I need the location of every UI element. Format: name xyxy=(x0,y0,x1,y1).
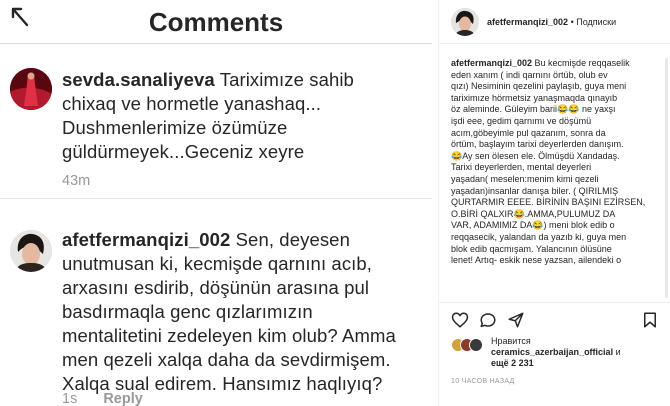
comment-time: 43m xyxy=(62,173,91,189)
comment-item: sevda.sanaliyeva Tariximıze sahib chixaq… xyxy=(0,60,432,190)
share-icon[interactable] xyxy=(507,311,525,329)
post-panel: afetfermanqizi_002 • Подписки afetferman… xyxy=(438,0,670,406)
avatar[interactable] xyxy=(10,230,52,272)
avatar[interactable] xyxy=(469,338,483,352)
likes-text: Нравится ceramics_azerbaijan_official и … xyxy=(491,336,621,368)
comment-username[interactable]: afetfermanqizi_002 xyxy=(62,229,230,250)
bookmark-icon[interactable] xyxy=(641,311,659,329)
comment-meta: 43m xyxy=(62,173,90,189)
avatar[interactable] xyxy=(10,68,52,110)
separator-dot: • xyxy=(570,17,574,27)
comment-time: 1s xyxy=(62,391,78,406)
comment-meta: 1s Reply xyxy=(62,391,143,406)
likes-count[interactable]: ещё 2 231 xyxy=(491,358,534,368)
heart-icon[interactable] xyxy=(451,311,469,329)
comments-header: Comments xyxy=(0,0,432,44)
post-header: afetfermanqizi_002 • Подписки xyxy=(439,0,670,44)
comment-text: afetfermanqizi_002 Sen, deyesen unutmusa… xyxy=(62,229,396,394)
liker-username[interactable]: ceramics_azerbaijan_official xyxy=(491,347,613,357)
post-caption: afetfermanqizi_002 Bu kecmişde reqqaseli… xyxy=(451,58,646,266)
following-button[interactable]: Подписки xyxy=(576,17,616,27)
post-actions xyxy=(439,302,670,334)
reply-button[interactable]: Reply xyxy=(103,391,143,406)
comments-screen: Comments sevda.sanaliyeva Tariximıze sah… xyxy=(0,0,432,406)
caption-username[interactable]: afetfermanqizi_002 xyxy=(451,58,532,68)
post-timestamp: 10 ЧАСОВ НАЗАД xyxy=(451,378,515,385)
liker-avatars xyxy=(451,338,485,352)
divider xyxy=(0,198,432,199)
post-username[interactable]: afetfermanqizi_002 xyxy=(487,17,568,27)
comment-icon[interactable] xyxy=(479,311,497,329)
comment-text: sevda.sanaliyeva Tariximıze sahib chixaq… xyxy=(62,69,354,162)
post-author: afetfermanqizi_002 • Подписки xyxy=(487,17,616,27)
avatar[interactable] xyxy=(451,8,479,36)
comment-item: afetfermanqizi_002 Sen, deyesen unutmusa… xyxy=(0,218,432,406)
likes-summary: Нравится ceramics_azerbaijan_official и … xyxy=(451,336,663,370)
caption-scrollbar[interactable] xyxy=(665,58,668,298)
comment-username[interactable]: sevda.sanaliyeva xyxy=(62,69,215,90)
page-title: Comments xyxy=(148,7,284,37)
